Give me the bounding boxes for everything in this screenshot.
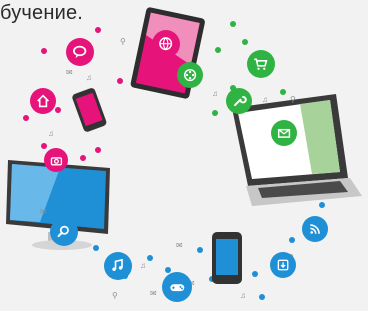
svg-text:♫: ♫ (140, 261, 146, 270)
music-note-icon (104, 252, 132, 280)
rss-icon (302, 216, 328, 242)
illustration: бучение. ♫ ✉ ⚲ ♫ ♫ ⚲ ♫ ✉ ♫ ⚲ ✉ ♫ ✉ (0, 0, 368, 311)
home-icon (30, 88, 56, 114)
svg-text:⚲: ⚲ (290, 95, 296, 104)
svg-text:♫: ♫ (212, 89, 218, 98)
svg-text:♫: ♫ (262, 95, 268, 104)
svg-text:♫: ♫ (86, 73, 92, 82)
mail-icon (271, 120, 297, 146)
svg-text:✉: ✉ (40, 207, 47, 216)
svg-text:⚲: ⚲ (120, 37, 126, 46)
shopping-cart-icon (247, 50, 275, 78)
wrench-icon (226, 88, 252, 114)
film-reel-icon (177, 62, 203, 88)
svg-text:♫: ♫ (48, 129, 54, 138)
smartphone-blue (212, 232, 242, 284)
gamepad-icon (162, 272, 192, 302)
svg-text:✉: ✉ (176, 241, 183, 250)
search-icon (50, 218, 78, 246)
svg-text:✉: ✉ (66, 68, 73, 77)
globe-cursor-icon (152, 30, 180, 58)
svg-text:✉: ✉ (150, 289, 157, 298)
camera-icon (44, 148, 68, 172)
chat-bubble-icon (66, 38, 94, 66)
download-icon (270, 252, 296, 278)
smartphone-pink (72, 88, 107, 132)
svg-text:♫: ♫ (240, 291, 246, 300)
laptop (232, 94, 362, 206)
svg-text:⚲: ⚲ (112, 291, 118, 300)
